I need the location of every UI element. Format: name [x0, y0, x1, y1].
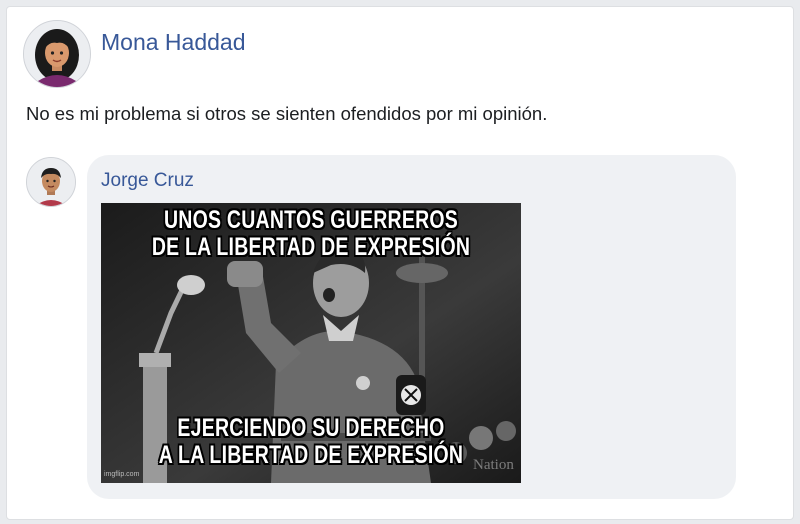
- comment-author-name[interactable]: Jorge Cruz: [101, 170, 194, 192]
- post-author-avatar[interactable]: [23, 20, 91, 88]
- meme-top-caption: UNOS CUANTOS GUERREROS DE LA LIBERTAD DE…: [147, 207, 475, 261]
- comment-bubble: Jorge Cruz UNOS CUANTOS GUERREROS DE LA …: [87, 155, 736, 499]
- meme-image[interactable]: UNOS CUANTOS GUERREROS DE LA LIBERTAD DE…: [101, 203, 521, 483]
- meme-top-caption-line1: UNOS CUANTOS GUERREROS: [163, 206, 459, 234]
- meme-bottom-caption-line1: EJERCIENDO SU DERECHO: [177, 414, 445, 442]
- post-author-name[interactable]: Mona Haddad: [101, 29, 246, 56]
- meme-bottom-caption-line2: A LA LIBERTAD DE EXPRESIÓN: [158, 441, 464, 469]
- post-text: No es mi problema si otros se sienten of…: [26, 103, 548, 124]
- meme-bottom-caption: EJERCIENDO SU DERECHO A LA LIBERTAD DE E…: [147, 415, 475, 469]
- woman-avatar-icon: [24, 21, 90, 87]
- meme-watermark: imgflip.com: [104, 471, 140, 478]
- meme-overlay-text: Nation: [473, 457, 514, 473]
- comment-author-avatar[interactable]: [26, 157, 76, 207]
- post-card: Mona Haddad No es mi problema si otros s…: [6, 6, 794, 520]
- man-avatar-icon: [27, 158, 75, 206]
- meme-top-caption-line2: DE LA LIBERTAD DE EXPRESIÓN: [151, 233, 471, 261]
